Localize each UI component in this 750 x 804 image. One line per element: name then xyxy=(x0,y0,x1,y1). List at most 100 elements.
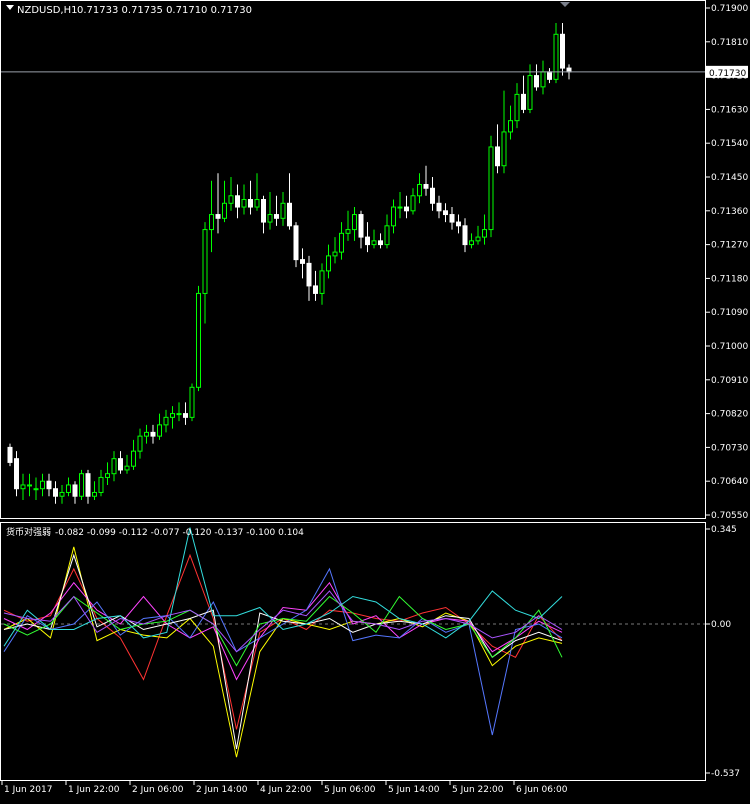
candle-body xyxy=(534,75,539,88)
candle-body xyxy=(423,184,429,189)
time-axis-label: 4 Jun 22:00 xyxy=(260,785,312,795)
candle-body xyxy=(150,431,156,437)
time-axis-label: 2 Jun 14:00 xyxy=(196,785,248,795)
candle-body xyxy=(280,202,286,219)
candle-body xyxy=(371,240,377,246)
candle-body xyxy=(527,75,533,110)
candle-body xyxy=(462,225,468,246)
candle-body xyxy=(228,195,234,204)
indicator-panel[interactable]: 货币对强弱 -0.082 -0.099 -0.112 -0.077 -0.120… xyxy=(0,522,741,781)
candle xyxy=(196,285,201,392)
candle-body xyxy=(222,202,227,219)
candle-body xyxy=(456,221,461,227)
candle-body xyxy=(488,146,494,231)
candle-body xyxy=(176,413,182,416)
candle-body xyxy=(449,214,455,223)
candle-body xyxy=(436,202,442,212)
candle-body xyxy=(46,480,52,490)
time-axis-label: 5 Jun 14:00 xyxy=(388,785,440,795)
candle xyxy=(488,135,494,238)
candle-body xyxy=(566,67,572,73)
candle-body xyxy=(248,199,253,208)
candle-body xyxy=(501,131,507,167)
candle-body xyxy=(33,488,39,491)
candle-body xyxy=(79,473,84,497)
candle-body xyxy=(144,431,149,437)
candle-body xyxy=(235,195,240,208)
candle-body xyxy=(111,458,117,475)
candle-body xyxy=(508,120,513,133)
price-axis: 0.719000.718100.717200.716300.715400.714… xyxy=(706,4,748,521)
symbol-timeframe-label: NZDUSD,H1 xyxy=(17,5,77,16)
candle-body xyxy=(384,225,390,246)
chart-canvas[interactable]: NZDUSD,H1 0.71733 0.71735 0.71710 0.7173… xyxy=(0,0,750,800)
candle-body xyxy=(430,187,435,204)
candle-body xyxy=(124,465,130,471)
price-axis-label: 0.71450 xyxy=(711,173,748,183)
candle-body xyxy=(417,184,422,197)
indicator-title-label: 货币对强弱 xyxy=(6,526,51,538)
candle-body xyxy=(241,199,247,208)
candle-body xyxy=(209,214,214,231)
candle-body xyxy=(92,491,97,497)
candle-body xyxy=(183,413,188,418)
indicator-frame xyxy=(0,522,706,781)
time-axis: 1 Jun 2017 1 Jun 22:00 2 Jun 06:00 2 Jun 14… xyxy=(1,781,568,795)
candle-body xyxy=(475,236,481,242)
candle-body xyxy=(72,484,78,497)
price-axis-label: 0.70910 xyxy=(711,376,748,386)
candle-body xyxy=(495,146,500,167)
time-axis-label: 5 Jun 06:00 xyxy=(324,785,376,795)
candle-body xyxy=(469,240,474,246)
candle-body xyxy=(339,232,344,253)
candle-body xyxy=(131,450,136,467)
price-axis-label: 0.71180 xyxy=(711,274,748,284)
price-axis-label: 0.70820 xyxy=(711,410,748,420)
time-axis-label: 1 Jun 22:00 xyxy=(68,785,120,795)
candle-body xyxy=(157,424,162,437)
price-axis-label: 0.71090 xyxy=(711,308,748,318)
candle xyxy=(7,443,13,467)
candle-body xyxy=(189,386,195,418)
candle-body xyxy=(553,33,559,80)
current-price-tag-text: 0.71730 xyxy=(709,69,746,79)
time-axis-label: 1 Jun 2017 xyxy=(4,785,52,795)
indicator-scale-top: 0.345 xyxy=(711,525,737,535)
trading-terminal[interactable]: NZDUSD,H1 0.71733 0.71735 0.71710 0.7173… xyxy=(0,0,750,800)
candle-body xyxy=(378,240,383,246)
time-axis-label: 6 Jun 06:00 xyxy=(516,785,568,795)
candle-body xyxy=(254,199,260,208)
candle-body xyxy=(514,93,520,122)
candle-body xyxy=(85,473,91,497)
candle-body xyxy=(540,71,546,88)
candle-body xyxy=(443,210,448,216)
candle-body xyxy=(118,458,123,471)
price-axis-label: 0.70550 xyxy=(711,511,748,521)
candle-body xyxy=(59,491,65,497)
candle-body xyxy=(196,292,201,388)
candle-body xyxy=(397,206,403,209)
price-chart-frame xyxy=(0,0,706,519)
price-axis-label: 0.71270 xyxy=(711,241,748,251)
candle-body xyxy=(521,93,526,110)
price-axis-label: 0.71000 xyxy=(711,342,748,352)
candle xyxy=(189,383,195,422)
candle-body xyxy=(105,473,110,478)
candle-body xyxy=(170,413,175,418)
candle-body xyxy=(332,251,338,257)
candle-body xyxy=(7,446,13,463)
candle-body xyxy=(352,214,357,231)
candle-body xyxy=(261,199,266,223)
price-axis-label: 0.70640 xyxy=(711,477,748,487)
candle-body xyxy=(326,255,331,272)
candle-body xyxy=(202,229,208,294)
candle-body xyxy=(300,259,305,264)
time-axis-label: 2 Jun 06:00 xyxy=(132,785,184,795)
candle-body xyxy=(391,206,396,227)
price-chart-panel[interactable]: NZDUSD,H1 0.71733 0.71735 0.71710 0.7173… xyxy=(0,0,749,522)
current-price-tag: 0.71730 xyxy=(706,65,748,79)
price-axis-label: 0.70730 xyxy=(711,443,748,453)
candle-body xyxy=(306,262,312,287)
price-axis-label: 0.71900 xyxy=(711,4,748,14)
candle-body xyxy=(547,71,552,80)
